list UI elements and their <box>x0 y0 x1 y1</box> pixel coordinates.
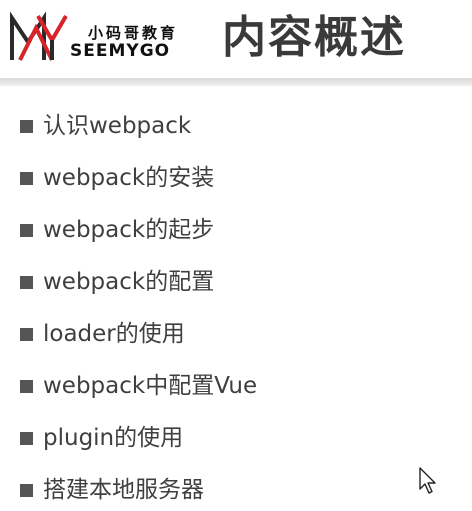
bullet-square-icon <box>20 171 33 185</box>
slide: 小码哥教育 SEEMYGO 内容概述 认识webpack webpack的安装 … <box>0 0 472 511</box>
mouse-pointer-icon <box>419 467 436 494</box>
bullet-square-icon <box>20 119 33 133</box>
list-item-text: webpack的配置 <box>43 269 215 295</box>
list-item-text: 认识webpack <box>43 113 192 139</box>
bullet-square-icon <box>20 327 33 341</box>
bullet-square-icon <box>20 483 33 497</box>
list-item: plugin的使用 <box>20 412 257 464</box>
list-item-text: 搭建本地服务器 <box>43 477 204 503</box>
list-item: webpack中配置Vue <box>20 360 257 412</box>
brand-name-english: SEEMYGO <box>70 41 171 61</box>
bullet-square-icon <box>20 379 33 393</box>
list-item: 认识webpack <box>20 100 257 152</box>
header-divider <box>0 78 472 86</box>
list-item-text: webpack中配置Vue <box>43 373 258 399</box>
list-item: webpack的起步 <box>20 204 257 256</box>
brand-logo: 小码哥教育 SEEMYGO <box>8 8 208 66</box>
content-outline-list: 认识webpack webpack的安装 webpack的起步 webpack的… <box>20 100 257 511</box>
slide-header: 小码哥教育 SEEMYGO 内容概述 <box>0 0 472 74</box>
list-item: webpack的安装 <box>20 152 257 204</box>
bullet-square-icon <box>20 223 33 237</box>
list-item: 搭建本地服务器 <box>20 464 257 511</box>
list-item-text: loader的使用 <box>43 321 185 347</box>
brand-name-chinese: 小码哥教育 <box>88 24 179 42</box>
page-title: 内容概述 <box>222 12 406 63</box>
list-item-text: webpack的安装 <box>43 165 215 191</box>
list-item-text: plugin的使用 <box>43 425 184 451</box>
bullet-square-icon <box>20 275 33 289</box>
list-item: loader的使用 <box>20 308 257 360</box>
bullet-square-icon <box>20 431 33 445</box>
list-item: webpack的配置 <box>20 256 257 308</box>
list-item-text: webpack的起步 <box>43 217 215 243</box>
